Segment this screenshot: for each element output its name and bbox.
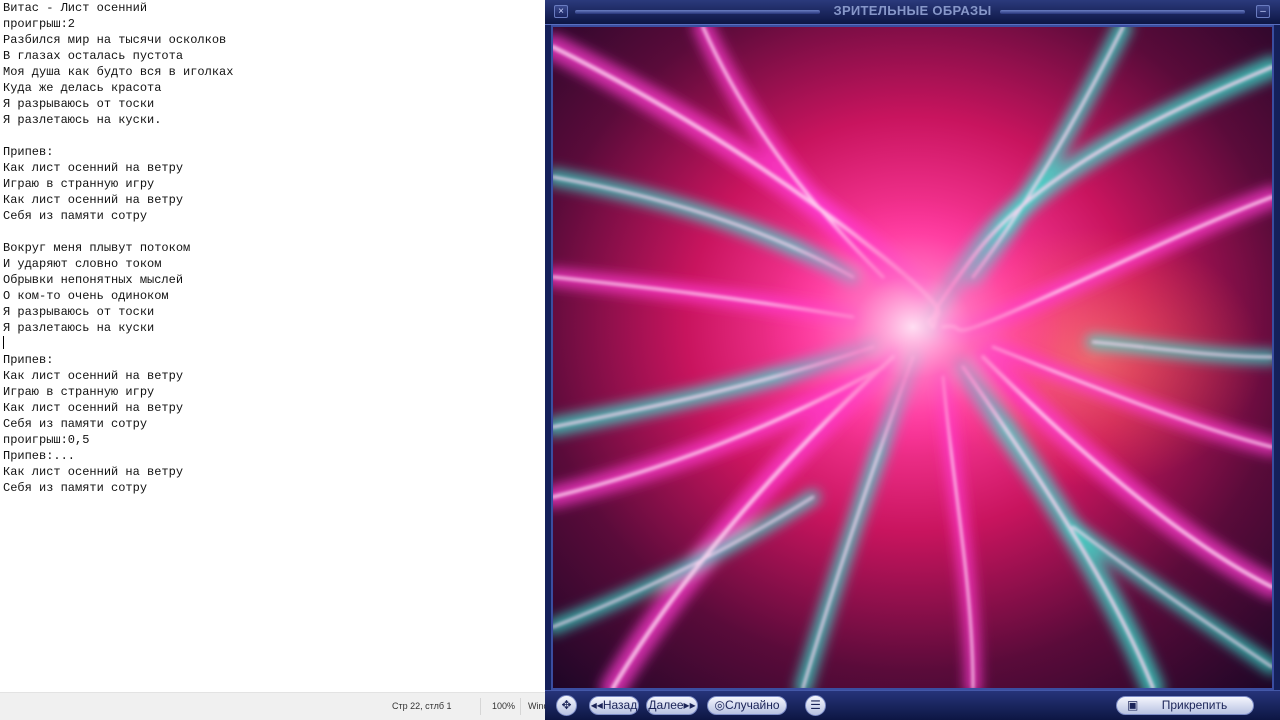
text-caret bbox=[3, 336, 4, 349]
attach-window-icon: ▣ bbox=[1127, 698, 1139, 712]
lyrics-text[interactable]: Витас - Лист осенний проигрыш:2 Разбился м… bbox=[0, 0, 548, 496]
text-line: Я разлетаюсь на куски bbox=[3, 321, 155, 335]
next-button[interactable]: Далее▸▸ bbox=[646, 696, 698, 715]
plasma-visual bbox=[553, 27, 1272, 688]
move-icon[interactable]: ✥ bbox=[556, 695, 577, 716]
text-line: Как лист осенний на ветру bbox=[3, 369, 184, 383]
text-line: В глазах осталась пустота bbox=[3, 49, 184, 63]
attach-button[interactable]: ▣ Прикрепить bbox=[1116, 696, 1254, 715]
cursor-position: Стр 22, стлб 1 bbox=[392, 701, 452, 711]
fast-forward-icon: ▸▸ bbox=[683, 698, 696, 712]
text-line: Как лист осенний на ветру bbox=[3, 193, 184, 207]
text-line: Припев: bbox=[3, 353, 54, 367]
text-line: Себя из памяти сотру bbox=[3, 481, 148, 495]
visualization-titlebar[interactable]: × ЗРИТЕЛЬНЫЕ ОБРАЗЫ – bbox=[545, 0, 1280, 25]
menu-list-icon[interactable]: ☰ bbox=[805, 695, 826, 716]
text-line: Себя из памяти сотру bbox=[3, 417, 148, 431]
text-line: О ком-то очень одиноком bbox=[3, 289, 169, 303]
random-button[interactable]: ◎Случайно bbox=[707, 696, 787, 715]
visualization-controls: ✥ ◂◂Назад Далее▸▸ ◎Случайно ☰ ▣ Прикрепи… bbox=[545, 690, 1280, 720]
text-line: проигрыш:2 bbox=[3, 17, 76, 31]
visualization-canvas bbox=[551, 25, 1274, 690]
text-line bbox=[3, 224, 548, 240]
text-line: Вокруг меня плывут потоком bbox=[3, 241, 191, 255]
text-line bbox=[3, 128, 548, 144]
previous-button[interactable]: ◂◂Назад bbox=[589, 696, 639, 715]
text-line: Моя душа как будто вся в иголках bbox=[3, 65, 234, 79]
status-bar: Стр 22, стлб 1 100% Wind bbox=[0, 692, 549, 720]
text-line bbox=[3, 336, 548, 352]
text-line: Как лист осенний на ветру bbox=[3, 401, 184, 415]
text-line: Припев: bbox=[3, 145, 54, 159]
titlebar-grip bbox=[1000, 10, 1245, 14]
minimize-icon[interactable]: – bbox=[1256, 5, 1270, 18]
text-line: Как лист осенний на ветру bbox=[3, 465, 184, 479]
text-line: И ударяют словно током bbox=[3, 257, 162, 271]
text-line: Витас - Лист осенний bbox=[3, 1, 148, 15]
text-line: проигрыш:0,5 bbox=[3, 433, 90, 447]
text-line: Я разрываюсь от тоски bbox=[3, 97, 155, 111]
text-line: Куда же делась красота bbox=[3, 81, 162, 95]
status-separator bbox=[520, 698, 521, 715]
text-line: Разбился мир на тысячи осколков bbox=[3, 33, 227, 47]
visualization-window: × ЗРИТЕЛЬНЫЕ ОБРАЗЫ – ✥ ◂◂Назад Далее▸▸ … bbox=[545, 0, 1280, 720]
random-icon: ◎ bbox=[714, 698, 725, 712]
text-line: Припев:... bbox=[3, 449, 76, 463]
text-line: Играю в странную игру bbox=[3, 177, 155, 191]
status-separator bbox=[480, 698, 481, 715]
zoom-level: 100% bbox=[492, 701, 516, 711]
text-editor[interactable]: Витас - Лист осенний проигрыш:2 Разбился м… bbox=[0, 0, 548, 692]
text-line: Как лист осенний на ветру bbox=[3, 161, 184, 175]
text-line: Я разлетаюсь на куски. bbox=[3, 113, 162, 127]
rewind-icon: ◂◂ bbox=[590, 698, 603, 712]
text-line: Играю в странную игру bbox=[3, 385, 155, 399]
text-line: Себя из памяти сотру bbox=[3, 209, 148, 223]
text-line: Обрывки непонятных мыслей bbox=[3, 273, 184, 287]
text-line: Я разрываюсь от тоски bbox=[3, 305, 155, 319]
